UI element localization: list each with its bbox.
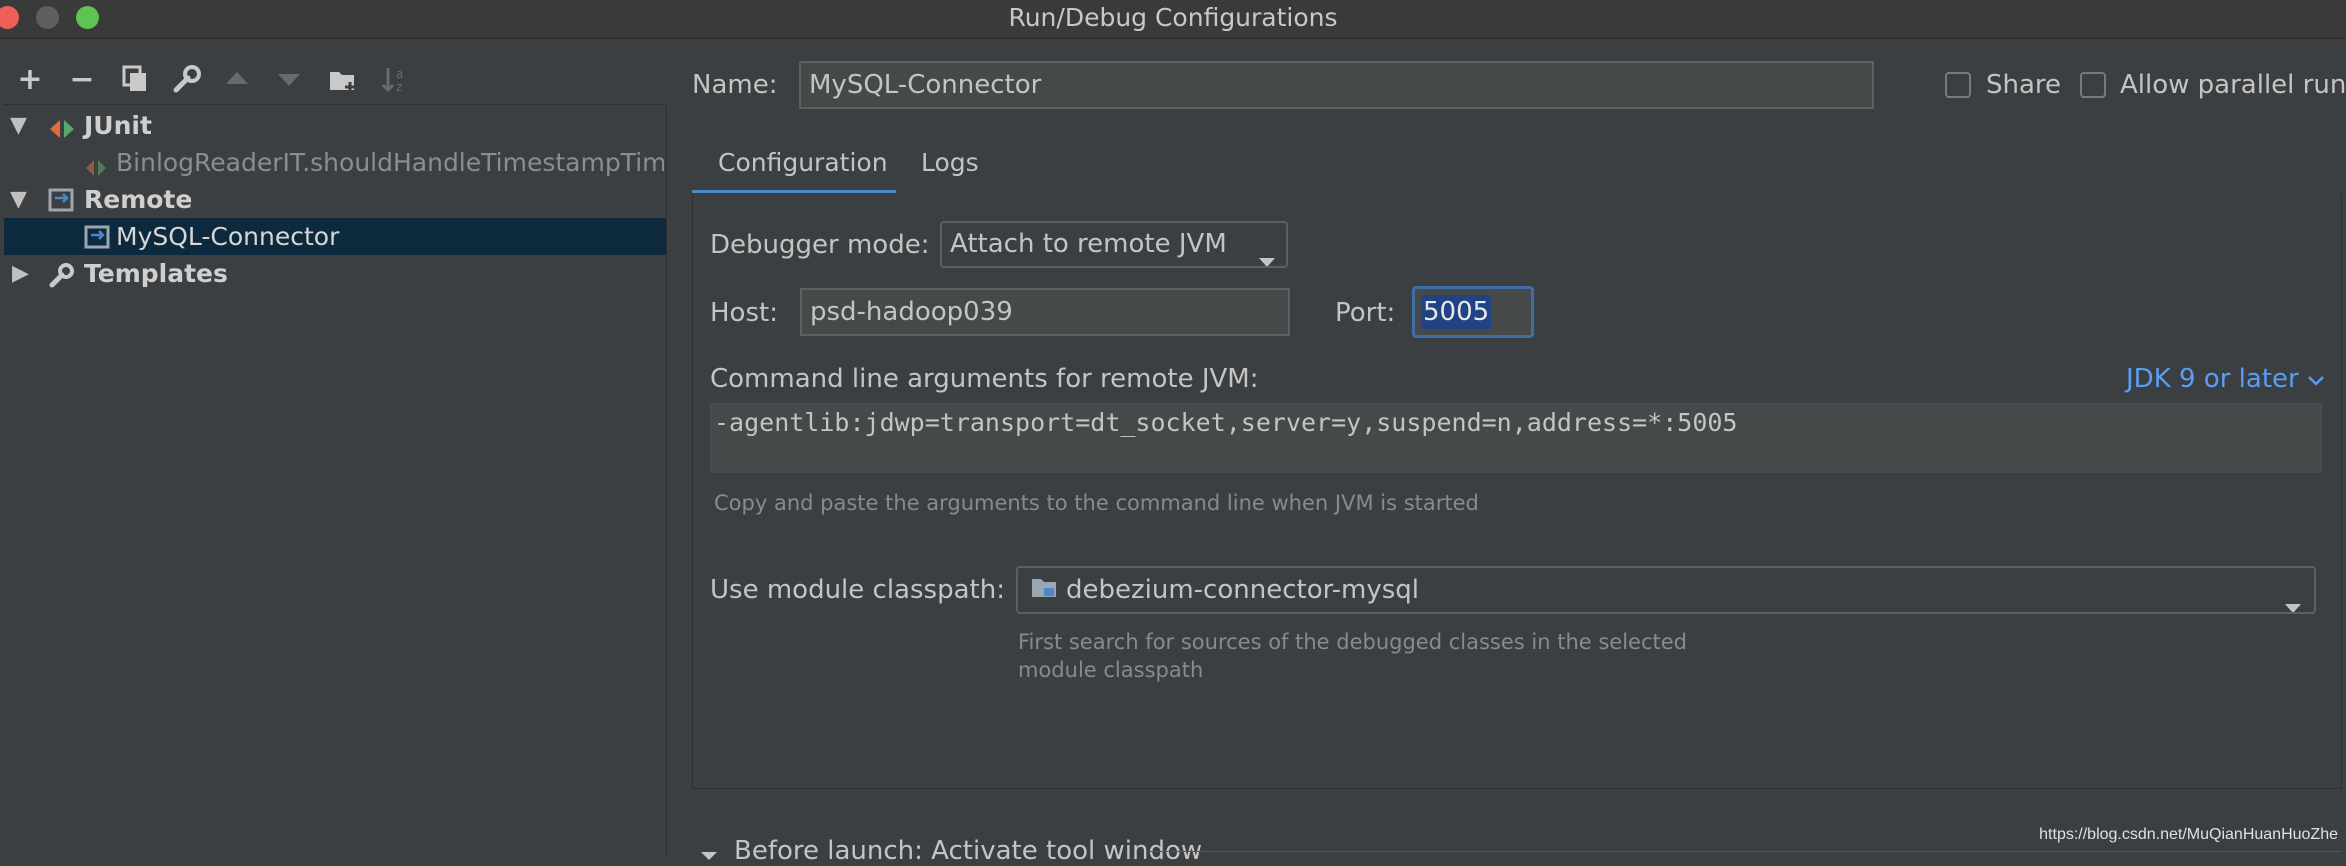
port-value: 5005 <box>1421 295 1492 329</box>
name-label: Name: <box>692 70 778 100</box>
parallel-run-label: Allow parallel run <box>2120 70 2346 100</box>
tree-label-templates: Templates <box>84 259 228 288</box>
configuration-tree[interactable]: ▼ JUnit BinlogReaderIT.shouldHandleTimes… <box>4 104 667 857</box>
share-checkbox[interactable] <box>1945 72 1971 98</box>
tree-item-templates[interactable]: ▶ Templates <box>4 255 666 292</box>
collapse-arrow-icon[interactable]: ▶ <box>12 255 29 292</box>
port-field[interactable]: 5005 <box>1412 286 1534 338</box>
tab-logs[interactable]: Logs <box>921 148 979 177</box>
separator-line <box>1146 851 2342 852</box>
watermark: https://blog.csdn.net/MuQianHuanHuoZhe <box>2039 826 2338 843</box>
folder-add-icon[interactable] <box>328 66 358 94</box>
wrench-icon[interactable] <box>172 64 202 94</box>
name-field[interactable]: MySQL-Connector <box>799 61 1874 109</box>
add-icon[interactable]: + <box>12 62 48 98</box>
remove-icon[interactable]: − <box>64 62 100 98</box>
module-classpath-select[interactable]: debezium-connector-mysql <box>1016 566 2316 614</box>
window-title: Run/Debug Configurations <box>1008 3 1338 32</box>
module-classpath-label: Use module classpath: <box>710 575 1005 605</box>
tree-item-junit[interactable]: ▼ JUnit <box>4 107 666 144</box>
module-classpath-hint-line2: module classpath <box>1018 658 1204 682</box>
jdk-version-link[interactable]: JDK 9 or later <box>2126 364 2325 394</box>
module-classpath-hint-line1: First search for sources of the debugged… <box>1018 630 1688 654</box>
tree-label-mysql-connector: MySQL-Connector <box>116 222 340 251</box>
wrench-icon <box>48 261 76 299</box>
port-label: Port: <box>1335 298 1396 328</box>
tree-item-remote[interactable]: ▼ Remote <box>4 181 666 218</box>
tree-label-junit: JUnit <box>84 111 152 140</box>
chevron-down-icon <box>2307 364 2325 394</box>
share-label: Share <box>1986 70 2062 100</box>
cmd-args-label: Command line arguments for remote JVM: <box>710 364 1259 394</box>
tree-label-remote: Remote <box>84 185 193 214</box>
jdk-version-label: JDK 9 or later <box>2126 364 2299 394</box>
svg-text:z: z <box>396 80 402 94</box>
move-down-icon[interactable] <box>276 72 302 88</box>
debugger-mode-value: Attach to remote JVM <box>950 229 1227 259</box>
before-launch-label[interactable]: Before launch: Activate tool window <box>734 836 1202 866</box>
expand-arrow-icon[interactable]: ▼ <box>10 107 27 144</box>
module-classpath-value: debezium-connector-mysql <box>1066 575 1420 605</box>
svg-text:a: a <box>396 67 403 81</box>
expand-arrow-icon[interactable]: ▼ <box>10 181 27 218</box>
host-label: Host: <box>710 298 778 328</box>
chevron-down-icon <box>2284 585 2302 612</box>
tree-label-binlog-test: BinlogReaderIT.shouldHandleTimestampTim <box>116 148 664 177</box>
chevron-down-icon <box>1258 240 1276 266</box>
copy-icon[interactable] <box>122 65 148 93</box>
cmd-args-field[interactable]: -agentlib:jdwp=transport=dt_socket,serve… <box>710 403 2322 473</box>
module-folder-icon <box>1030 569 1058 613</box>
parallel-run-checkbox[interactable] <box>2080 72 2106 98</box>
tab-configuration[interactable]: Configuration <box>718 148 888 177</box>
tree-item-mysql-connector[interactable]: MySQL-Connector <box>4 218 666 255</box>
debugger-mode-select[interactable]: Attach to remote JVM <box>940 221 1288 268</box>
sort-icon[interactable]: az <box>380 64 410 94</box>
host-field[interactable]: psd-hadoop039 <box>800 288 1290 336</box>
cmd-args-hint: Copy and paste the arguments to the comm… <box>714 491 1479 515</box>
tree-item-binlog-test[interactable]: BinlogReaderIT.shouldHandleTimestampTim <box>4 144 666 181</box>
debugger-mode-label: Debugger mode: <box>710 230 930 260</box>
move-up-icon[interactable] <box>224 70 250 86</box>
